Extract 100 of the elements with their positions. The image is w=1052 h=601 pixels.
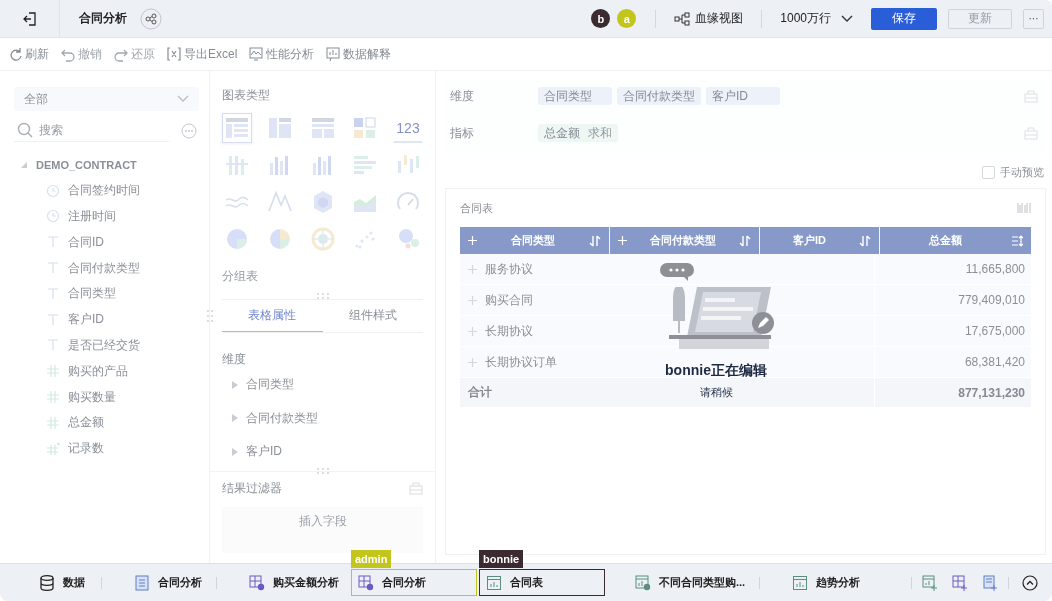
column-header[interactable]: 总金额 <box>880 227 1031 254</box>
table-cell: 购买合同 <box>485 291 533 309</box>
table-title: 合同表 <box>460 200 493 216</box>
table-cell: 68,381,420 <box>874 347 1031 377</box>
hash-icon <box>46 364 60 379</box>
flow-icon <box>674 11 691 26</box>
field-item[interactable]: 客户ID <box>68 311 104 329</box>
caret-right-icon[interactable] <box>232 414 238 423</box>
expand-plus-icon[interactable] <box>468 357 477 367</box>
chart-monitor-icon <box>249 46 264 62</box>
expand-plus-icon[interactable] <box>468 264 477 274</box>
share-icon[interactable] <box>140 7 162 30</box>
exit-icon[interactable] <box>21 10 38 27</box>
plus-icon <box>618 236 627 245</box>
field-item[interactable]: 合同类型 <box>68 285 116 303</box>
chart-type-name: 分组表 <box>222 268 259 285</box>
sheet-tab[interactable]: 合同分析 <box>105 569 213 596</box>
dimension-item[interactable]: 合同付款类型 <box>246 409 318 427</box>
drag-handle-icon[interactable] <box>207 309 213 323</box>
user-avatar: b <box>591 9 611 28</box>
table-cell: 合计 <box>468 384 492 401</box>
caret-right-icon[interactable] <box>232 380 238 389</box>
sort-icon <box>859 234 871 247</box>
editor-badge: admin <box>351 550 392 568</box>
barcode-icon[interactable] <box>1017 202 1031 214</box>
chevron-down-icon <box>841 14 853 23</box>
sheet-tab[interactable]: 不同合同类型购... <box>606 569 757 596</box>
field-item[interactable]: 购买的产品 <box>68 362 128 380</box>
editor-badge: bonnie <box>479 550 524 568</box>
table-cell: 长期协议订单 <box>485 353 557 371</box>
drag-handle-icon[interactable] <box>316 467 330 474</box>
chart-card-icon <box>635 574 651 591</box>
field-item[interactable]: 合同签约时间 <box>68 182 140 200</box>
drag-handle-icon[interactable] <box>315 293 330 299</box>
config-tab[interactable]: 组件样式 <box>322 300 423 332</box>
add-chart-icon[interactable] <box>922 574 938 591</box>
table-cell: 服务协议 <box>485 260 533 278</box>
table-name[interactable]: DEMO_CONTRACT <box>36 158 137 171</box>
caret-right-icon[interactable] <box>232 447 238 456</box>
text-type-icon <box>46 286 60 301</box>
field-drop-zone[interactable]: 插入字段 <box>222 506 423 553</box>
expand-plus-icon[interactable] <box>468 326 477 336</box>
chart-type-option[interactable] <box>222 113 252 143</box>
add-component-icon[interactable] <box>952 574 968 591</box>
user-avatar: a <box>617 9 637 28</box>
text-type-icon <box>46 261 60 276</box>
row-limit-dropdown[interactable]: 1000万行 <box>774 10 859 27</box>
expand-plus-icon[interactable] <box>468 295 477 305</box>
save-button[interactable]: 保存 <box>871 7 937 30</box>
more-icon[interactable] <box>181 122 197 139</box>
table-cell: 877,131,230 <box>874 378 1031 407</box>
dimension-chip[interactable]: 合同类型 <box>538 87 612 105</box>
toolbar-button[interactable]: 性能分析 <box>249 45 315 63</box>
more-button[interactable]: ··· <box>1023 8 1044 29</box>
field-item[interactable]: 合同ID <box>68 233 104 251</box>
scope-dropdown[interactable]: 全部 <box>14 87 199 111</box>
clock-icon <box>46 183 60 198</box>
caret-down-icon[interactable] <box>20 160 28 169</box>
table-cell: 长期协议 <box>485 322 533 340</box>
hash-icon <box>46 415 60 430</box>
toolbar-button[interactable]: 导出Excel <box>167 45 238 63</box>
toolbar-button[interactable]: 数据解释 <box>326 45 392 63</box>
field-item[interactable]: 记录数 <box>68 440 104 458</box>
table-cell: 17,675,000 <box>874 316 1031 346</box>
field-item[interactable]: 购买数量 <box>68 388 116 406</box>
checkbox[interactable] <box>982 166 995 179</box>
chart-card-icon <box>486 574 502 591</box>
config-tab[interactable]: 表格属性 <box>222 300 323 332</box>
chart-card-icon <box>792 574 809 591</box>
field-item[interactable]: 合同付款类型 <box>68 259 140 277</box>
chart-type-option[interactable]: 123 <box>393 113 423 143</box>
dimension-item[interactable]: 合同类型 <box>246 376 294 394</box>
text-type-icon <box>46 312 60 327</box>
report-title: 合同分析 <box>79 10 127 27</box>
sort-icon <box>1011 234 1023 247</box>
search-field[interactable]: 搜索 <box>39 123 149 137</box>
field-item[interactable]: 是否已经交货 <box>68 336 140 354</box>
toolbar-button[interactable]: 刷新 <box>8 45 49 63</box>
text-type-icon <box>46 338 60 353</box>
clock-icon <box>46 209 60 224</box>
sheet-tab[interactable]: 趋势分析 <box>763 569 872 596</box>
shelf-label: 指标 <box>450 124 475 142</box>
lineage-view-button[interactable]: 血缘视图 <box>668 10 750 27</box>
dimension-chip[interactable]: 合同付款类型 <box>617 87 701 105</box>
sheet-tab[interactable]: 数据 <box>10 569 98 596</box>
chart-comment-icon <box>326 46 341 62</box>
chevron-down-icon <box>177 95 189 103</box>
editing-notice: bonnie正在编辑 <box>665 362 767 380</box>
add-dashboard-icon[interactable] <box>982 574 998 591</box>
component-icon <box>358 574 374 591</box>
field-item[interactable]: 总金额 <box>68 414 104 432</box>
collapse-icon[interactable] <box>1022 574 1038 591</box>
table-cell: 11,665,800 <box>874 254 1031 284</box>
sheet-tab[interactable]: 购买金额分析 <box>220 569 350 596</box>
field-item[interactable]: 注册时间 <box>68 208 116 225</box>
sort-icon <box>589 234 601 247</box>
measure-chip[interactable]: 总金额 求和 <box>538 124 618 142</box>
dimension-item[interactable]: 客户ID <box>246 443 282 461</box>
section-title: 结果过滤器 <box>222 479 282 497</box>
dimension-chip[interactable]: 客户ID <box>706 87 780 105</box>
